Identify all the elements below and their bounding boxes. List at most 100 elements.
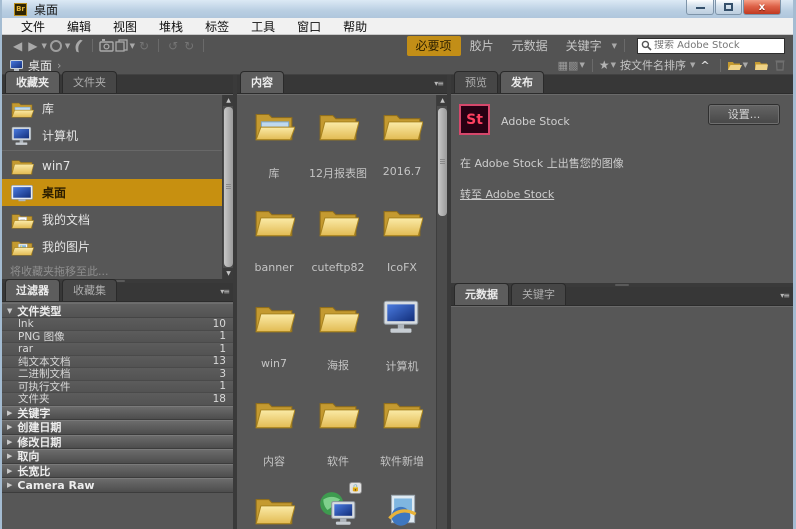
- content-item[interactable]: 软件: [306, 387, 370, 483]
- open-folder-icon[interactable]: [727, 60, 742, 71]
- back-button[interactable]: ◀: [13, 40, 22, 52]
- favorites-scrollbar[interactable]: ▲ ▼: [222, 95, 233, 279]
- delete-trash-icon[interactable]: [775, 59, 785, 71]
- content-item[interactable]: 内容: [242, 387, 306, 483]
- tab-keywords[interactable]: 关键字: [511, 283, 566, 305]
- recent-dropdown-icon[interactable]: ▼: [65, 42, 70, 50]
- search-box[interactable]: [637, 38, 785, 54]
- menu-window[interactable]: 窗口: [286, 18, 332, 35]
- history-dropdown-icon[interactable]: ▼: [41, 42, 46, 50]
- menu-edit[interactable]: 编辑: [56, 18, 102, 35]
- content-item[interactable]: banner: [242, 195, 306, 291]
- panel-menu-icon[interactable]: ▾≡: [220, 287, 229, 296]
- filter-row[interactable]: 文件夹18: [2, 393, 233, 406]
- tab-preview[interactable]: 预览: [454, 71, 498, 93]
- content-item-media[interactable]: [370, 483, 434, 529]
- menu-stacks[interactable]: 堆栈: [148, 18, 194, 35]
- content-item[interactable]: 海报: [306, 291, 370, 387]
- filter-row[interactable]: PNG 图像1: [2, 331, 233, 344]
- menu-file[interactable]: 文件: [10, 18, 56, 35]
- filter-row-count: 3: [219, 368, 226, 380]
- rating-dropdown-icon[interactable]: ▼: [611, 61, 616, 69]
- title-bar[interactable]: Br 桌面 x: [2, 0, 793, 18]
- favorites-item-desktop[interactable]: 桌面: [2, 179, 222, 206]
- workspace-dropdown-icon[interactable]: ▼: [612, 42, 617, 50]
- thumbnail-dropdown-icon[interactable]: ▼: [579, 61, 584, 69]
- main-area: 收藏夹 文件夹 库: [2, 75, 793, 529]
- content-item[interactable]: 12月报表图: [306, 99, 370, 195]
- rotate-left-icon[interactable]: ↺: [168, 40, 178, 52]
- content-item-network[interactable]: 🔒: [306, 483, 370, 529]
- maximize-icon: [724, 3, 733, 11]
- content-item-libraries[interactable]: 库: [242, 99, 306, 195]
- content-item[interactable]: 2016.7: [370, 99, 434, 195]
- refine-dropdown-icon[interactable]: ▼: [130, 42, 135, 50]
- favorites-item-win7[interactable]: win7: [2, 152, 222, 179]
- content-item[interactable]: IcoFX: [370, 195, 434, 291]
- stock-link[interactable]: 转至 Adobe Stock: [460, 186, 554, 202]
- sort-ascending-icon[interactable]: ^: [700, 59, 709, 72]
- scrollbar-thumb[interactable]: [224, 107, 233, 267]
- filter-section-camera-raw[interactable]: ▶Camera Raw: [2, 478, 233, 493]
- scrollbar-thumb[interactable]: [438, 108, 447, 216]
- content-item[interactable]: 软件新增: [370, 387, 434, 483]
- favorites-item-computer[interactable]: 计算机: [2, 122, 222, 149]
- menu-view[interactable]: 视图: [102, 18, 148, 35]
- tab-favorites[interactable]: 收藏夹: [5, 71, 60, 93]
- library-folder-icon: [253, 107, 295, 143]
- workspace-tab-filmstrip[interactable]: 胶片: [461, 36, 503, 56]
- scroll-up-icon[interactable]: ▲: [437, 95, 447, 106]
- thumbnail-preview-icon[interactable]: ▩: [568, 59, 578, 72]
- tab-filter[interactable]: 过滤器: [5, 279, 60, 301]
- favorites-item-documents[interactable]: 我的文档: [2, 206, 222, 233]
- content-item[interactable]: cuteftp82: [306, 195, 370, 291]
- content-scrollbar[interactable]: ▲: [436, 95, 447, 529]
- thumbnail-quality-icon[interactable]: ▦: [558, 59, 568, 72]
- content-item[interactable]: win7: [242, 291, 306, 387]
- tab-collections[interactable]: 收藏集: [62, 279, 117, 301]
- refine-stack-icon[interactable]: [115, 39, 129, 52]
- minimize-button[interactable]: [686, 0, 714, 15]
- forward-button[interactable]: ▶: [28, 40, 37, 52]
- menu-label[interactable]: 标签: [194, 18, 240, 35]
- scroll-up-icon[interactable]: ▲: [223, 95, 233, 106]
- recent-files-icon[interactable]: [50, 40, 62, 52]
- maximize-button[interactable]: [715, 0, 742, 15]
- network-computer-icon: [317, 491, 359, 528]
- filter-section-orientation[interactable]: ▶取向: [2, 449, 233, 464]
- tab-folders[interactable]: 文件夹: [62, 71, 117, 93]
- content-item[interactable]: [242, 483, 306, 529]
- filter-section-date-created[interactable]: ▶创建日期: [2, 420, 233, 435]
- panel-menu-icon[interactable]: ▾≡: [780, 291, 789, 300]
- menu-help[interactable]: 帮助: [332, 18, 378, 35]
- sort-by-label[interactable]: 按文件名排序: [620, 57, 686, 73]
- filter-section-filetype[interactable]: ▼ 文件类型: [2, 303, 233, 318]
- workspace-tab-metadata[interactable]: 元数据: [503, 36, 557, 56]
- scroll-down-icon[interactable]: ▼: [223, 268, 233, 279]
- search-input[interactable]: [654, 40, 781, 51]
- rating-filter-icon[interactable]: ★: [599, 58, 610, 72]
- menu-tools[interactable]: 工具: [240, 18, 286, 35]
- boomerang-icon[interactable]: (: [72, 37, 85, 55]
- new-folder-icon[interactable]: [754, 60, 768, 71]
- tab-content[interactable]: 内容: [240, 71, 284, 93]
- content-item-label: 计算机: [386, 358, 419, 374]
- workspace-tab-essentials[interactable]: 必要项: [407, 36, 461, 56]
- refresh-icon[interactable]: ↻: [139, 40, 149, 52]
- filter-section-date-modified[interactable]: ▶修改日期: [2, 435, 233, 450]
- camera-import-icon[interactable]: [99, 39, 115, 52]
- close-button[interactable]: x: [743, 0, 781, 15]
- open-dropdown-icon[interactable]: ▼: [743, 61, 748, 69]
- settings-button[interactable]: 设置...: [708, 104, 780, 125]
- favorites-item-pictures[interactable]: 我的图片: [2, 233, 222, 260]
- tab-publish[interactable]: 发布: [500, 71, 544, 93]
- content-item-computer[interactable]: 计算机: [370, 291, 434, 387]
- favorites-item-libraries[interactable]: 库: [2, 95, 222, 122]
- workspace-tab-keywords[interactable]: 关键字: [557, 36, 611, 56]
- rotate-right-icon[interactable]: ↻: [184, 40, 194, 52]
- filter-section-keywords[interactable]: ▶关键字: [2, 406, 233, 421]
- sort-dropdown-icon[interactable]: ▼: [690, 61, 695, 69]
- tab-metadata[interactable]: 元数据: [454, 283, 509, 305]
- panel-menu-icon[interactable]: ▾≡: [434, 79, 443, 88]
- filter-section-aspect-ratio[interactable]: ▶长宽比: [2, 464, 233, 479]
